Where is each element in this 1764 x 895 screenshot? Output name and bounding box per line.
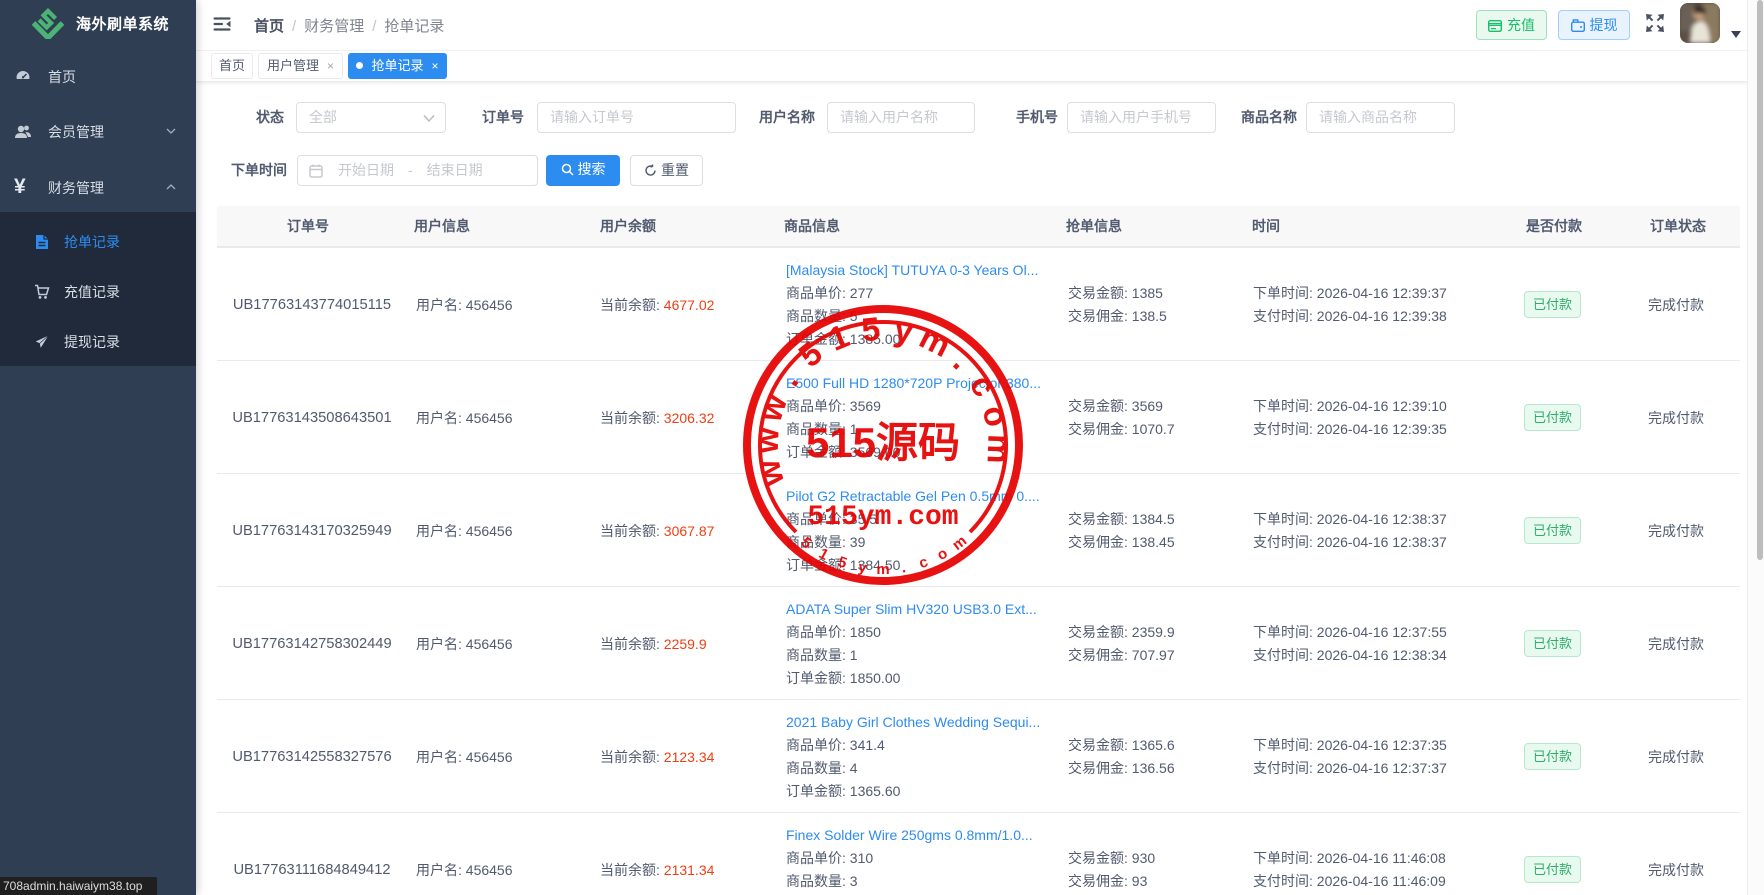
- svg-text:y: y: [892, 311, 917, 351]
- svg-text:w: w: [748, 426, 786, 454]
- svg-text:c: c: [917, 553, 930, 572]
- svg-text:5: 5: [791, 334, 828, 374]
- svg-text:.: .: [900, 559, 907, 576]
- svg-text:515ym.com: 515ym.com: [807, 502, 958, 533]
- svg-text:515源码: 515源码: [806, 419, 960, 466]
- svg-text:w: w: [749, 456, 791, 491]
- svg-text:5: 5: [860, 310, 882, 349]
- svg-text:1: 1: [816, 545, 831, 564]
- svg-text:m: m: [876, 561, 889, 578]
- svg-text:1: 1: [823, 317, 854, 358]
- svg-text:y: y: [857, 559, 869, 577]
- svg-text:5: 5: [836, 553, 849, 572]
- svg-text:w: w: [751, 389, 795, 426]
- svg-text:o: o: [975, 402, 1016, 431]
- svg-text:m: m: [980, 434, 1018, 465]
